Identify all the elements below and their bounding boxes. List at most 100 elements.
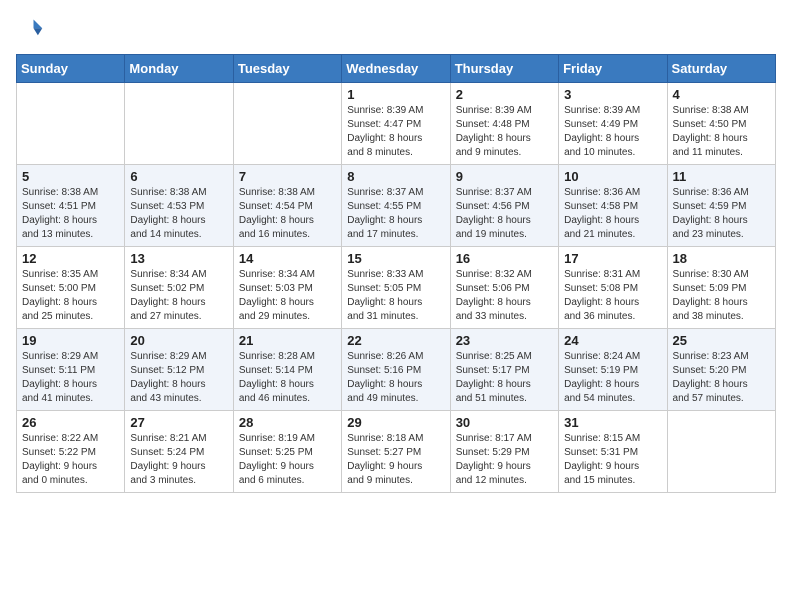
calendar-empty-cell [233, 83, 341, 165]
calendar-day-25: 25 Sunrise: 8:23 AM Sunset: 5:20 PM Dayli… [667, 329, 775, 411]
day-number: 1 [347, 87, 444, 102]
calendar-day-18: 18 Sunrise: 8:30 AM Sunset: 5:09 PM Dayli… [667, 247, 775, 329]
day-info: Sunrise: 8:29 AM Sunset: 5:11 PM Dayligh… [22, 350, 119, 406]
calendar-day-13: 13 Sunrise: 8:34 AM Sunset: 5:02 PM Dayli… [125, 247, 233, 329]
calendar-day-29: 29Sunrise: 8:18 AM Sunset: 5:27 PM Dayli… [342, 411, 450, 493]
calendar-day-17: 17 Sunrise: 8:31 AM Sunset: 5:08 PM Dayli… [559, 247, 667, 329]
calendar-day-6: 6 Sunrise: 8:38 AM Sunset: 4:53 PM Daylig… [125, 165, 233, 247]
day-number: 17 [564, 251, 661, 266]
logo [16, 16, 46, 44]
calendar-week-row: 12 Sunrise: 8:35 AM Sunset: 5:00 PM Dayli… [17, 247, 776, 329]
day-info: Sunrise: 8:17 AM Sunset: 5:29 PM Dayligh… [456, 432, 553, 488]
calendar-day-16: 16Sunrise: 8:32 AM Sunset: 5:06 PM Dayli… [450, 247, 558, 329]
day-number: 16 [456, 251, 553, 266]
day-number: 12 [22, 251, 119, 266]
day-number: 15 [347, 251, 444, 266]
day-info: Sunrise: 8:25 AM Sunset: 5:17 PM Dayligh… [456, 350, 553, 406]
calendar-day-22: 22 Sunrise: 8:26 AM Sunset: 5:16 PM Dayli… [342, 329, 450, 411]
day-number: 25 [673, 333, 770, 348]
weekday-header-tuesday: Tuesday [233, 55, 341, 83]
day-info: Sunrise: 8:38 AM Sunset: 4:54 PM Dayligh… [239, 186, 336, 242]
day-number: 8 [347, 169, 444, 184]
day-info: Sunrise: 8:39 AM Sunset: 4:49 PM Dayligh… [564, 104, 661, 160]
calendar-day-11: 11Sunrise: 8:36 AM Sunset: 4:59 PM Dayli… [667, 165, 775, 247]
day-number: 24 [564, 333, 661, 348]
calendar-header-row: SundayMondayTuesdayWednesdayThursdayFrid… [17, 55, 776, 83]
weekday-header-saturday: Saturday [667, 55, 775, 83]
day-info: Sunrise: 8:36 AM Sunset: 4:59 PM Dayligh… [673, 186, 770, 242]
calendar-day-10: 10 Sunrise: 8:36 AM Sunset: 4:58 PM Dayli… [559, 165, 667, 247]
day-info: Sunrise: 8:33 AM Sunset: 5:05 PM Dayligh… [347, 268, 444, 324]
day-number: 6 [130, 169, 227, 184]
day-info: Sunrise: 8:15 AM Sunset: 5:31 PM Dayligh… [564, 432, 661, 488]
day-info: Sunrise: 8:39 AM Sunset: 4:48 PM Dayligh… [456, 104, 553, 160]
day-number: 10 [564, 169, 661, 184]
day-info: Sunrise: 8:39 AM Sunset: 4:47 PM Dayligh… [347, 104, 444, 160]
day-info: Sunrise: 8:38 AM Sunset: 4:51 PM Dayligh… [22, 186, 119, 242]
day-info: Sunrise: 8:35 AM Sunset: 5:00 PM Dayligh… [22, 268, 119, 324]
day-number: 27 [130, 415, 227, 430]
day-info: Sunrise: 8:38 AM Sunset: 4:50 PM Dayligh… [673, 104, 770, 160]
calendar-day-2: 2 Sunrise: 8:39 AM Sunset: 4:48 PM Daylig… [450, 83, 558, 165]
day-number: 5 [22, 169, 119, 184]
calendar-day-12: 12 Sunrise: 8:35 AM Sunset: 5:00 PM Dayli… [17, 247, 125, 329]
calendar-week-row: 19 Sunrise: 8:29 AM Sunset: 5:11 PM Dayli… [17, 329, 776, 411]
calendar-day-31: 31 Sunrise: 8:15 AM Sunset: 5:31 PM Dayli… [559, 411, 667, 493]
day-info: Sunrise: 8:36 AM Sunset: 4:58 PM Dayligh… [564, 186, 661, 242]
calendar-day-30: 30 Sunrise: 8:17 AM Sunset: 5:29 PM Dayli… [450, 411, 558, 493]
calendar-day-20: 20 Sunrise: 8:29 AM Sunset: 5:12 PM Dayli… [125, 329, 233, 411]
weekday-header-sunday: Sunday [17, 55, 125, 83]
calendar-week-row: 5 Sunrise: 8:38 AM Sunset: 4:51 PM Daylig… [17, 165, 776, 247]
calendar-day-5: 5 Sunrise: 8:38 AM Sunset: 4:51 PM Daylig… [17, 165, 125, 247]
day-info: Sunrise: 8:37 AM Sunset: 4:55 PM Dayligh… [347, 186, 444, 242]
day-number: 19 [22, 333, 119, 348]
calendar-day-14: 14 Sunrise: 8:34 AM Sunset: 5:03 PM Dayli… [233, 247, 341, 329]
calendar-day-9: 9 Sunrise: 8:37 AM Sunset: 4:56 PM Daylig… [450, 165, 558, 247]
day-number: 28 [239, 415, 336, 430]
day-number: 18 [673, 251, 770, 266]
calendar-empty-cell [17, 83, 125, 165]
calendar-week-row: 26Sunrise: 8:22 AM Sunset: 5:22 PM Dayli… [17, 411, 776, 493]
day-number: 30 [456, 415, 553, 430]
day-info: Sunrise: 8:28 AM Sunset: 5:14 PM Dayligh… [239, 350, 336, 406]
calendar-week-row: 1 Sunrise: 8:39 AM Sunset: 4:47 PM Daylig… [17, 83, 776, 165]
calendar-day-4: 4 Sunrise: 8:38 AM Sunset: 4:50 PM Daylig… [667, 83, 775, 165]
weekday-header-friday: Friday [559, 55, 667, 83]
day-info: Sunrise: 8:24 AM Sunset: 5:19 PM Dayligh… [564, 350, 661, 406]
day-number: 22 [347, 333, 444, 348]
calendar-table: SundayMondayTuesdayWednesdayThursdayFrid… [16, 54, 776, 493]
calendar-day-15: 15 Sunrise: 8:33 AM Sunset: 5:05 PM Dayli… [342, 247, 450, 329]
day-info: Sunrise: 8:38 AM Sunset: 4:53 PM Dayligh… [130, 186, 227, 242]
day-info: Sunrise: 8:29 AM Sunset: 5:12 PM Dayligh… [130, 350, 227, 406]
day-info: Sunrise: 8:21 AM Sunset: 5:24 PM Dayligh… [130, 432, 227, 488]
day-info: Sunrise: 8:34 AM Sunset: 5:02 PM Dayligh… [130, 268, 227, 324]
calendar-day-1: 1 Sunrise: 8:39 AM Sunset: 4:47 PM Daylig… [342, 83, 450, 165]
day-number: 13 [130, 251, 227, 266]
day-info: Sunrise: 8:37 AM Sunset: 4:56 PM Dayligh… [456, 186, 553, 242]
day-number: 4 [673, 87, 770, 102]
day-info: Sunrise: 8:26 AM Sunset: 5:16 PM Dayligh… [347, 350, 444, 406]
day-number: 31 [564, 415, 661, 430]
day-number: 21 [239, 333, 336, 348]
day-info: Sunrise: 8:30 AM Sunset: 5:09 PM Dayligh… [673, 268, 770, 324]
calendar-empty-cell [125, 83, 233, 165]
calendar-day-21: 21 Sunrise: 8:28 AM Sunset: 5:14 PM Dayli… [233, 329, 341, 411]
day-info: Sunrise: 8:34 AM Sunset: 5:03 PM Dayligh… [239, 268, 336, 324]
calendar-day-8: 8 Sunrise: 8:37 AM Sunset: 4:55 PM Daylig… [342, 165, 450, 247]
weekday-header-wednesday: Wednesday [342, 55, 450, 83]
calendar-day-19: 19 Sunrise: 8:29 AM Sunset: 5:11 PM Dayli… [17, 329, 125, 411]
day-info: Sunrise: 8:18 AM Sunset: 5:27 PM Dayligh… [347, 432, 444, 488]
calendar-day-28: 28Sunrise: 8:19 AM Sunset: 5:25 PM Dayli… [233, 411, 341, 493]
day-number: 7 [239, 169, 336, 184]
page-header [16, 16, 776, 44]
day-info: Sunrise: 8:31 AM Sunset: 5:08 PM Dayligh… [564, 268, 661, 324]
day-info: Sunrise: 8:23 AM Sunset: 5:20 PM Dayligh… [673, 350, 770, 406]
day-number: 23 [456, 333, 553, 348]
day-number: 9 [456, 169, 553, 184]
day-number: 26 [22, 415, 119, 430]
day-number: 2 [456, 87, 553, 102]
day-number: 14 [239, 251, 336, 266]
calendar-day-26: 26Sunrise: 8:22 AM Sunset: 5:22 PM Dayli… [17, 411, 125, 493]
logo-icon [16, 16, 44, 44]
day-number: 20 [130, 333, 227, 348]
